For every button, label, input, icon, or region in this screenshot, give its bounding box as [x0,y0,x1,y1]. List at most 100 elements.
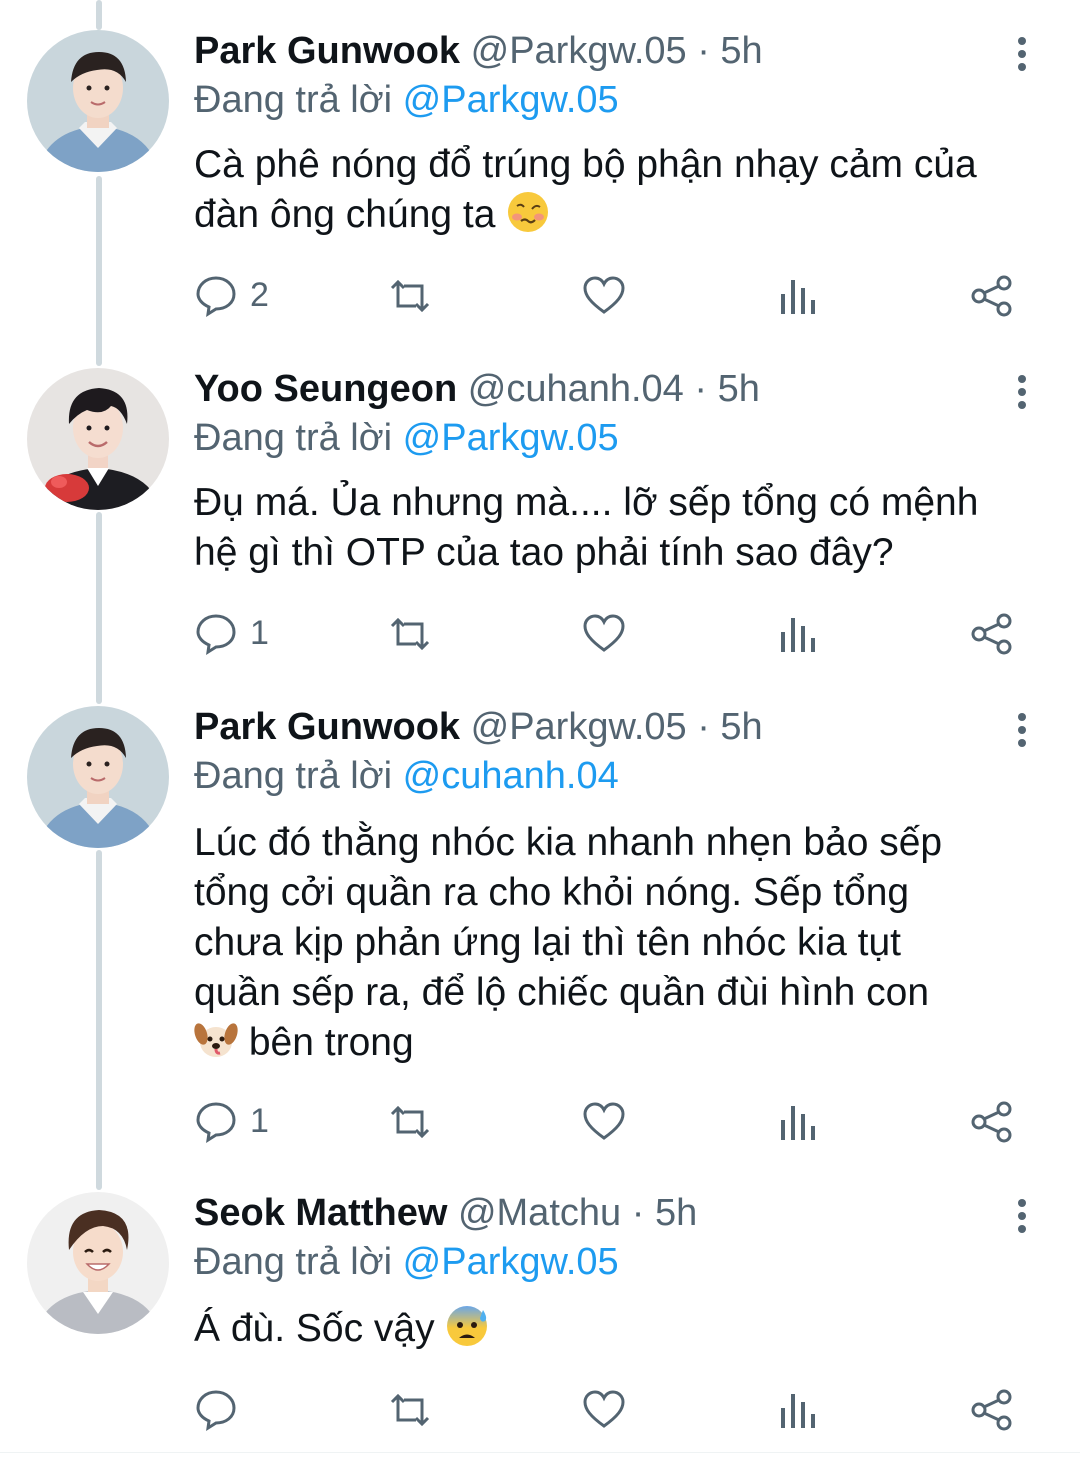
timestamp[interactable]: 5h [720,30,762,72]
timestamp[interactable]: 5h [720,706,762,748]
tweet[interactable]: Seok Matthew @Matchu · 5h Đang trả lời @… [0,1162,1080,1452]
tweet-text-line: tổng cởi quần ra cho khỏi nóng. Sếp tổng [194,871,910,914]
tweet-text-line: bên trong [194,1018,1044,1068]
replying-to: Đang trả lời @Parkgw.05 [194,415,619,461]
reply-button[interactable]: 2 [194,266,294,326]
tweet-text: Cà phê nóng đổ trúng bộ phận nhạy cảm củ… [194,140,1044,240]
like-button[interactable] [582,1092,630,1152]
reply-icon [196,1390,236,1431]
tweet-header: Seok Matthew @Matchu · 5h [194,1190,697,1236]
user-handle[interactable]: @Matchu [458,1192,621,1234]
replying-to-label: Đang trả lời [194,755,393,797]
replying-to-handle[interactable]: @Parkgw.05 [403,417,619,459]
share-icon [971,275,1012,317]
replying-to-label: Đang trả lời [194,417,393,459]
display-name[interactable]: Park Gunwook [194,30,460,72]
analytics-icon [781,1394,815,1428]
avatar[interactable] [27,1192,169,1334]
reply-button[interactable] [194,1380,294,1440]
retweet-button[interactable] [386,604,436,664]
tweet[interactable]: Park Gunwook @Parkgw.05 · 5h Đang trả lờ… [0,676,1080,1166]
heart-icon [583,1102,625,1140]
dog-face-icon [194,1023,238,1057]
avatar[interactable] [27,368,169,510]
analytics-icon [781,1106,815,1140]
retweet-button[interactable] [386,1092,436,1152]
avatar[interactable] [27,706,169,848]
display-name[interactable]: Yoo Seungeon [194,368,457,410]
reply-button[interactable]: 1 [194,1092,294,1152]
retweet-button[interactable] [386,1380,436,1440]
timestamp[interactable]: 5h [655,1192,697,1234]
avatar[interactable] [27,30,169,172]
more-options-icon[interactable] [1004,34,1040,74]
views-button[interactable] [778,1092,818,1152]
replying-to-handle[interactable]: @Parkgw.05 [403,1241,619,1283]
heart-icon [583,614,625,652]
retweet-icon [390,617,430,651]
anxious-face-with-sweat-icon [447,1306,488,1346]
display-name[interactable]: Park Gunwook [194,706,460,748]
analytics-icon [781,618,815,652]
views-button[interactable] [778,266,818,326]
share-icon [971,613,1012,655]
reply-count: 2 [250,276,269,314]
tweet-text: Lúc đó thằng nhóc kia nhanh nhẹn bảo sếp… [194,818,1044,1068]
replying-to-label: Đang trả lời [194,79,393,121]
like-button[interactable] [582,266,630,326]
reply-count: 1 [250,1102,269,1140]
tweet-text-line: chưa kịp phản ứng lại thì tên nhóc kia t… [194,921,901,964]
tweet-text-content: Cà phê nóng đổ trúng bộ phận nhạy cảm củ… [194,143,977,236]
like-button[interactable] [582,1380,630,1440]
more-options-icon[interactable] [1004,1196,1040,1236]
retweet-icon [390,279,430,313]
views-button[interactable] [778,604,818,664]
user-handle[interactable]: @Parkgw.05 [471,706,687,748]
separator-dot: · [631,1192,645,1234]
share-button[interactable] [970,1380,1014,1440]
tweet[interactable]: Yoo Seungeon @cuhanh.04 · 5h Đang trả lờ… [0,338,1080,678]
tweet-actions [0,1380,1080,1440]
replying-to-label: Đang trả lời [194,1241,393,1283]
tweet-text-line: quần sếp ra, để lộ chiếc quần đùi hình c… [194,971,930,1014]
display-name[interactable]: Seok Matthew [194,1192,447,1234]
tweet-text: Đụ má. Ủa nhưng mà.... lỡ sếp tổng có mệ… [194,478,1044,578]
user-handle[interactable]: @Parkgw.05 [471,30,687,72]
heart-icon [583,276,625,314]
tweet-text-line: hệ gì thì OTP của tao phải tính sao đây? [194,531,894,574]
tweet-text-line: Đụ má. Ủa nhưng mà.... lỡ sếp tổng có mệ… [194,481,979,524]
retweet-button[interactable] [386,266,436,326]
tweet-actions: 1 [0,604,1080,664]
share-button[interactable] [970,266,1014,326]
retweet-icon [390,1105,430,1139]
tweet-text-line: Lúc đó thằng nhóc kia nhanh nhẹn bảo sếp [194,821,943,864]
reply-icon [196,276,236,317]
separator-dot: · [694,368,708,410]
like-button[interactable] [582,604,630,664]
tweet[interactable]: Park Gunwook @Parkgw.05 · 5h Đang trả lờ… [0,0,1080,340]
replying-to-handle[interactable]: @Parkgw.05 [403,79,619,121]
reply-button[interactable]: 1 [194,604,294,664]
replying-to: Đang trả lời @cuhanh.04 [194,753,619,799]
share-icon [971,1101,1012,1143]
separator-dot: · [697,30,710,72]
tweet-header: Yoo Seungeon @cuhanh.04 · 5h [194,366,760,412]
bottom-divider [0,1452,1080,1453]
replying-to: Đang trả lời @Parkgw.05 [194,1239,619,1285]
more-options-icon[interactable] [1004,372,1040,412]
reply-icon [196,614,236,655]
tweet-actions: 1 [0,1092,1080,1152]
tweet-text: Á đù. Sốc vậy [194,1304,1044,1354]
timestamp[interactable]: 5h [718,368,760,410]
share-button[interactable] [970,1092,1014,1152]
analytics-icon [781,280,815,314]
replying-to-handle[interactable]: @cuhanh.04 [403,755,619,797]
more-options-icon[interactable] [1004,710,1040,750]
tweet-text-content: Á đù. Sốc vậy [194,1307,435,1350]
user-handle[interactable]: @cuhanh.04 [468,368,684,410]
views-button[interactable] [778,1380,818,1440]
reply-icon [196,1102,236,1143]
tweet-header: Park Gunwook @Parkgw.05 · 5h [194,28,763,74]
share-button[interactable] [970,604,1014,664]
separator-dot: · [697,706,710,748]
